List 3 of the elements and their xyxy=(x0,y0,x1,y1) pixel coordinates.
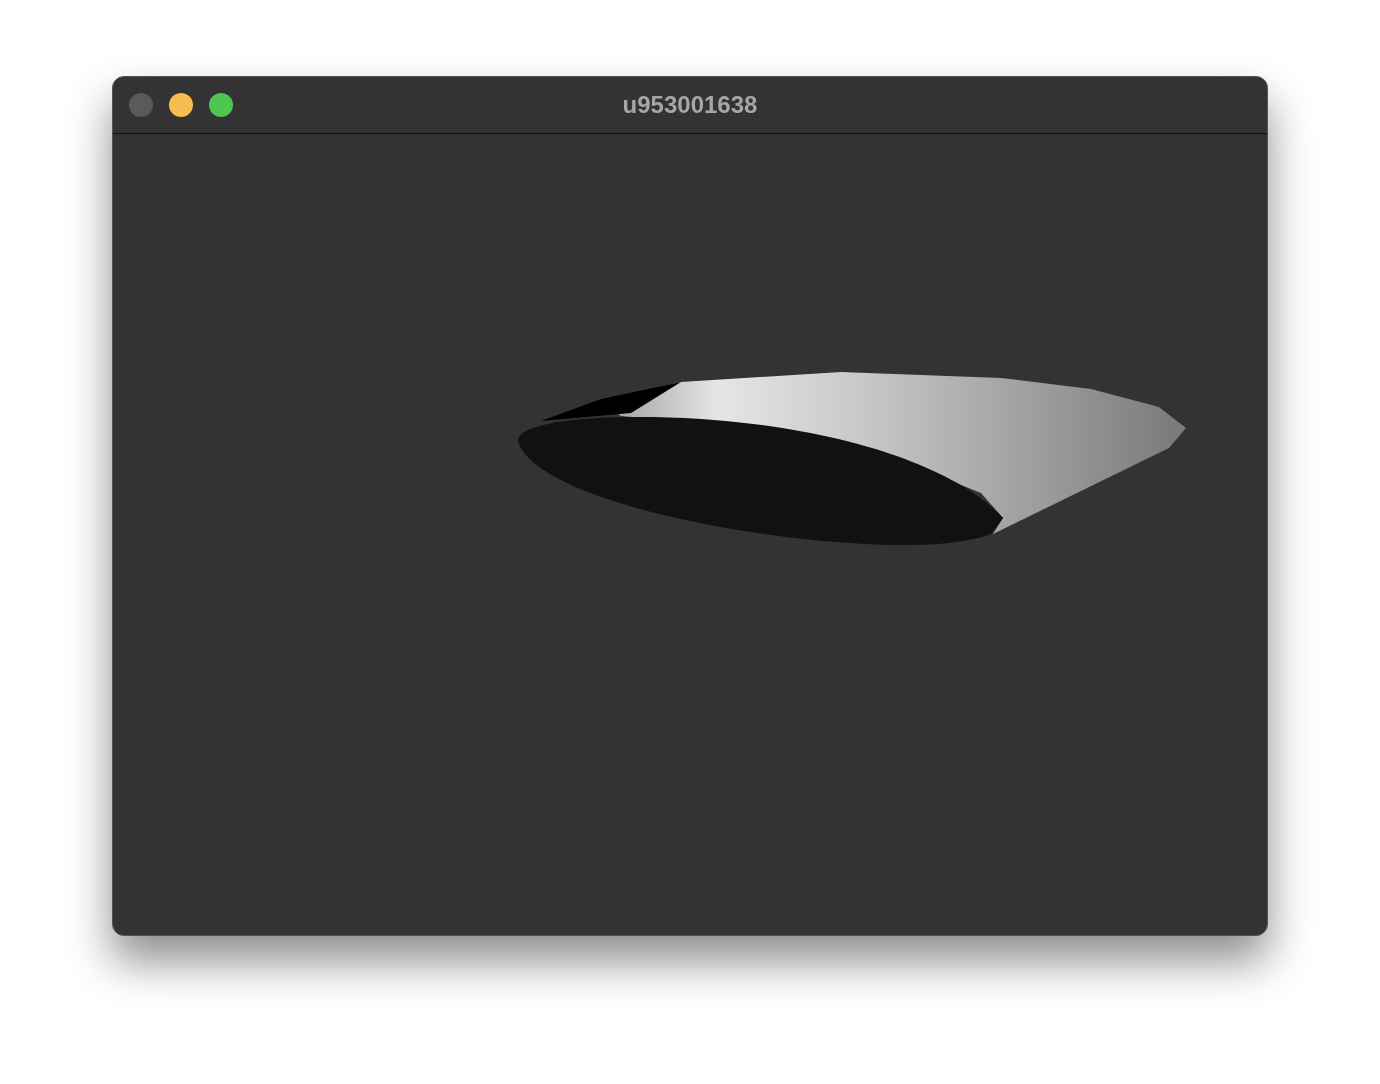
window-title: u953001638 xyxy=(622,91,758,119)
minimize-button[interactable] xyxy=(169,93,193,117)
zoom-button[interactable] xyxy=(209,93,233,117)
